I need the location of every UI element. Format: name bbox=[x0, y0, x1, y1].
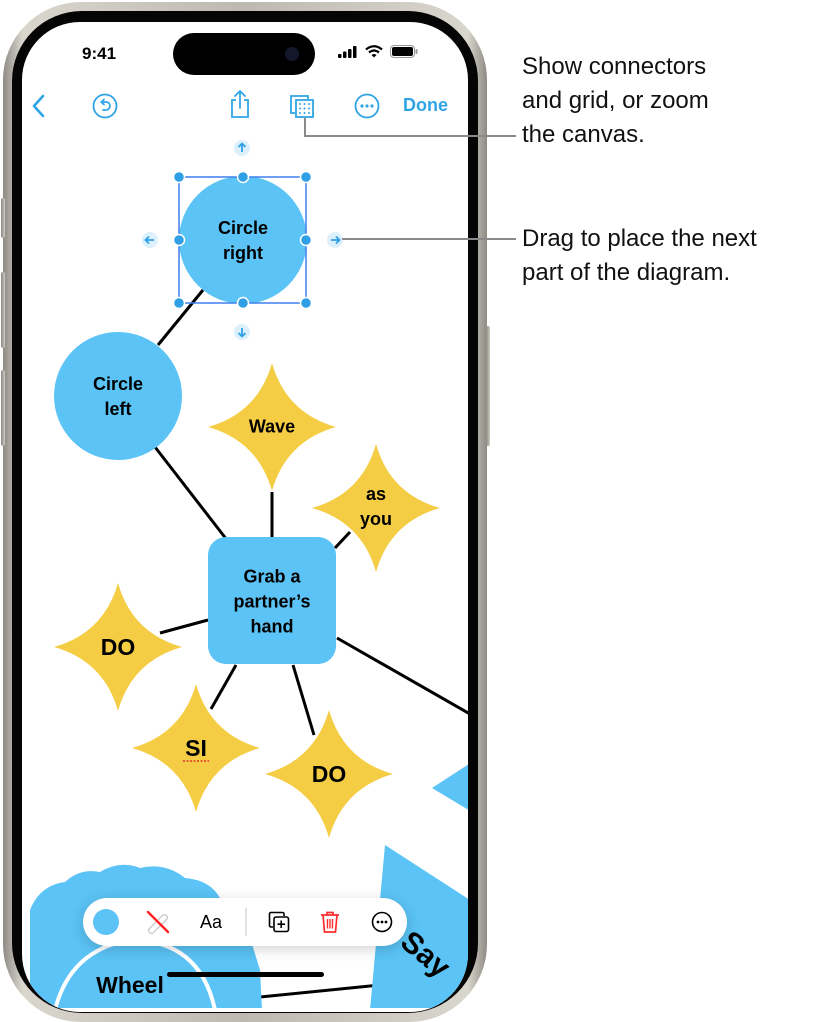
more-button[interactable] bbox=[354, 93, 380, 124]
ellipsis-circle-icon bbox=[354, 93, 380, 119]
connector-line[interactable] bbox=[159, 618, 209, 635]
chevron-left-icon bbox=[32, 94, 45, 118]
shape-label-do-left: DO bbox=[101, 633, 136, 661]
resize-handle[interactable] bbox=[299, 233, 313, 247]
callout-leader-line bbox=[304, 118, 516, 137]
add-next-arrow-down[interactable] bbox=[234, 324, 250, 340]
duplicate-icon bbox=[268, 911, 290, 933]
shape-label-do-bottom: DO bbox=[312, 760, 347, 788]
duplicate-button[interactable] bbox=[264, 898, 294, 946]
connector-line[interactable] bbox=[209, 664, 238, 710]
view-options-button[interactable] bbox=[289, 94, 317, 125]
label-line: Wave bbox=[248, 416, 296, 437]
shape-label-circle-right: Circle right bbox=[218, 216, 268, 266]
resize-handle[interactable] bbox=[172, 233, 186, 247]
callout-line: and grid, or zoom bbox=[522, 87, 709, 114]
resize-handle[interactable] bbox=[236, 170, 250, 184]
home-indicator[interactable] bbox=[167, 972, 324, 977]
add-next-arrow-left[interactable] bbox=[142, 232, 158, 248]
connector-line[interactable] bbox=[333, 530, 352, 550]
wifi-icon bbox=[365, 45, 383, 58]
fill-color-button[interactable] bbox=[91, 898, 121, 946]
stroke-button[interactable] bbox=[143, 898, 173, 946]
back-button[interactable] bbox=[31, 94, 47, 123]
text-style-button[interactable]: Aa bbox=[193, 898, 229, 946]
label-line: Circle bbox=[217, 218, 269, 238]
label-line: left bbox=[104, 399, 132, 419]
shape-label-as-you: as you bbox=[360, 482, 392, 532]
callout-line: Drag to place the next bbox=[522, 225, 757, 252]
resize-handle[interactable] bbox=[172, 170, 186, 184]
label-line: as bbox=[365, 484, 387, 504]
shape-label-circle-left: Circle left bbox=[93, 372, 143, 422]
status-time: 9:41 bbox=[82, 44, 117, 63]
cellular-signal-icon bbox=[338, 45, 357, 58]
label-line: partner’s bbox=[233, 591, 311, 612]
resize-handle[interactable] bbox=[172, 296, 186, 310]
trash-icon bbox=[321, 911, 339, 933]
callout-line: the canvas. bbox=[522, 121, 645, 148]
shape-label-wheel: Wheel bbox=[96, 971, 164, 999]
add-next-arrow-up[interactable] bbox=[234, 140, 250, 156]
callout-add-next: Drag to place the next part of the diagr… bbox=[522, 222, 757, 290]
toolbar-divider bbox=[245, 908, 247, 936]
label-line: Circle bbox=[92, 374, 144, 394]
no-stroke-icon bbox=[146, 910, 170, 935]
label-line: Grab a bbox=[243, 566, 301, 587]
delete-button[interactable] bbox=[315, 898, 345, 946]
label-line: SI bbox=[185, 735, 207, 761]
done-button[interactable]: Done bbox=[403, 95, 448, 116]
resize-handle[interactable] bbox=[236, 296, 250, 310]
connectors-grid-icon bbox=[290, 95, 314, 118]
resize-handle[interactable] bbox=[299, 170, 313, 184]
undo-circle-icon bbox=[92, 93, 118, 119]
callout-view-options: Show connectors and grid, or zoom the ca… bbox=[522, 50, 709, 152]
label-line: right bbox=[223, 243, 263, 263]
label-line: DO bbox=[100, 634, 136, 660]
label-line: Wheel bbox=[96, 972, 164, 998]
shape-label-wave: Wave bbox=[249, 415, 295, 440]
connector-line[interactable] bbox=[336, 636, 470, 716]
label-line: hand bbox=[250, 616, 294, 637]
dynamic-island bbox=[173, 33, 315, 75]
share-button[interactable] bbox=[228, 89, 252, 124]
battery-icon bbox=[390, 45, 418, 58]
shape-label-si: SI bbox=[185, 734, 207, 762]
connector-line[interactable] bbox=[291, 664, 316, 736]
more-options-button[interactable] bbox=[367, 898, 397, 946]
shape-label-grab-hand: Grab a partner’s hand bbox=[233, 565, 310, 640]
label-line: DO bbox=[311, 761, 347, 787]
connector-line[interactable] bbox=[153, 446, 229, 541]
callout-line: Show connectors bbox=[522, 53, 707, 80]
add-next-arrow-right[interactable] bbox=[327, 232, 343, 248]
callout-line: part of the diagram. bbox=[522, 259, 731, 286]
label-line: you bbox=[359, 509, 393, 529]
shape-format-toolbar: Aa bbox=[83, 898, 407, 946]
ellipsis-circle-icon bbox=[371, 911, 393, 933]
triangle-shape-partial[interactable] bbox=[432, 762, 472, 812]
share-icon bbox=[231, 90, 249, 118]
front-camera bbox=[285, 47, 299, 61]
undo-button[interactable] bbox=[92, 93, 118, 124]
status-icons bbox=[338, 45, 418, 58]
fill-color-icon bbox=[93, 909, 119, 935]
resize-handle[interactable] bbox=[299, 296, 313, 310]
